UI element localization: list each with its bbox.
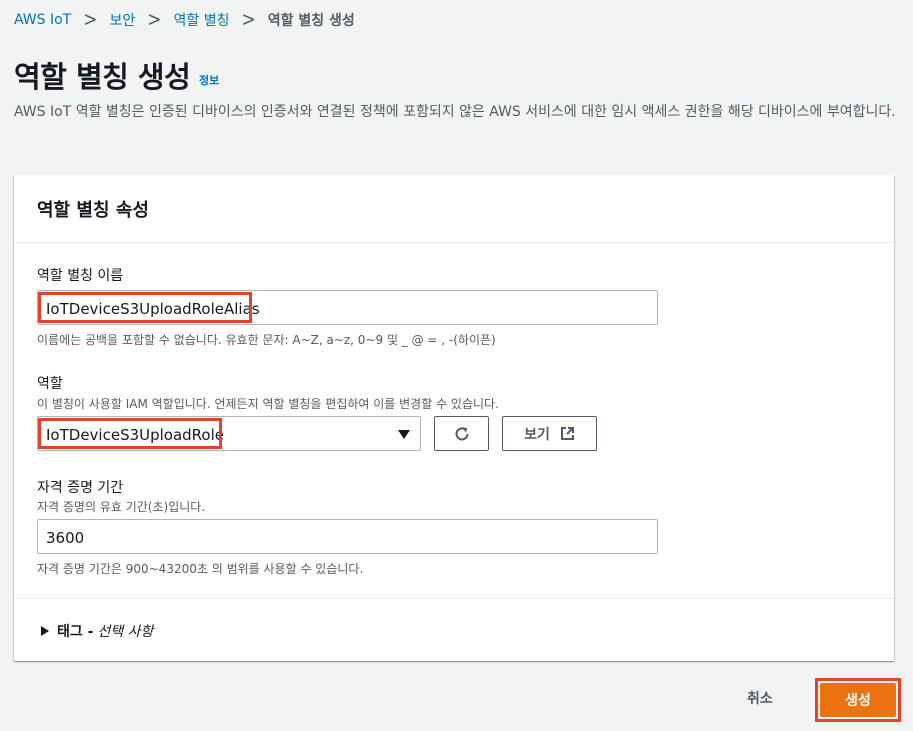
breadcrumb-security[interactable]: 보안 bbox=[110, 10, 136, 30]
tags-label: 태그 - bbox=[57, 624, 94, 640]
refresh-button[interactable] bbox=[434, 416, 489, 451]
role-description: 이 별칭이 사용할 IAM 역할입니다. 언제든지 역할 별칭을 편집하여 이를… bbox=[37, 397, 499, 411]
duration-value: 3600 bbox=[46, 529, 85, 547]
breadcrumb-role-aliases[interactable]: 역할 별칭 bbox=[174, 10, 230, 30]
role-label: 역할 bbox=[37, 376, 63, 392]
page-title: 역할 별칭 생성 bbox=[14, 60, 191, 94]
breadcrumb-current: 역할 별칭 생성 bbox=[267, 13, 355, 29]
caret-down-icon bbox=[398, 430, 410, 439]
tags-expander[interactable]: 태그 - 선택 사항 bbox=[41, 621, 153, 641]
duration-description: 자격 증명의 유효 기간(초)입니다. bbox=[37, 500, 206, 514]
breadcrumb-aws-iot[interactable]: AWS IoT bbox=[14, 12, 71, 28]
info-link[interactable]: 정보 bbox=[199, 72, 219, 88]
duration-hint: 자격 증명 기간은 900~43200초 의 범위를 사용할 수 있습니다. bbox=[37, 562, 364, 576]
duration-input[interactable]: 3600 bbox=[37, 519, 658, 554]
breadcrumb: AWS IoT > 보안 > 역할 별칭 > 역할 별칭 생성 bbox=[14, 8, 355, 32]
panel-title: 역할 별칭 속성 bbox=[37, 200, 149, 221]
alias-name-label: 역할 별칭 이름 bbox=[37, 268, 124, 284]
refresh-icon bbox=[455, 426, 468, 440]
tags-optional: 선택 사항 bbox=[97, 624, 154, 640]
cancel-button[interactable]: 취소 bbox=[747, 688, 773, 708]
alias-name-highlight bbox=[38, 292, 252, 323]
role-highlight bbox=[38, 418, 222, 449]
chevron-right-icon: > bbox=[241, 8, 256, 32]
page-description: AWS IoT 역할 별칭은 인증된 디바이스의 인증서와 연결된 정책에 포함… bbox=[14, 104, 896, 120]
caret-right-icon bbox=[41, 626, 49, 636]
duration-label: 자격 증명 기간 bbox=[37, 480, 124, 496]
external-link-icon bbox=[560, 427, 574, 440]
create-button-label: 생성 bbox=[845, 693, 871, 709]
view-role-label: 보기 bbox=[524, 426, 550, 443]
view-role-button[interactable]: 보기 bbox=[502, 416, 597, 451]
chevron-right-icon: > bbox=[147, 8, 162, 32]
divider bbox=[14, 598, 894, 599]
alias-name-hint: 이름에는 공백을 포함할 수 없습니다. 유효한 문자: A~Z, a~z, 0… bbox=[37, 333, 496, 347]
role-alias-properties-panel: 역할 별칭 속성 역할 별칭 이름 IoTDeviceS3UploadRoleA… bbox=[14, 175, 894, 661]
panel-header: 역할 별칭 속성 bbox=[14, 175, 894, 243]
chevron-right-icon: > bbox=[83, 8, 98, 32]
create-button[interactable]: 생성 bbox=[820, 683, 896, 717]
